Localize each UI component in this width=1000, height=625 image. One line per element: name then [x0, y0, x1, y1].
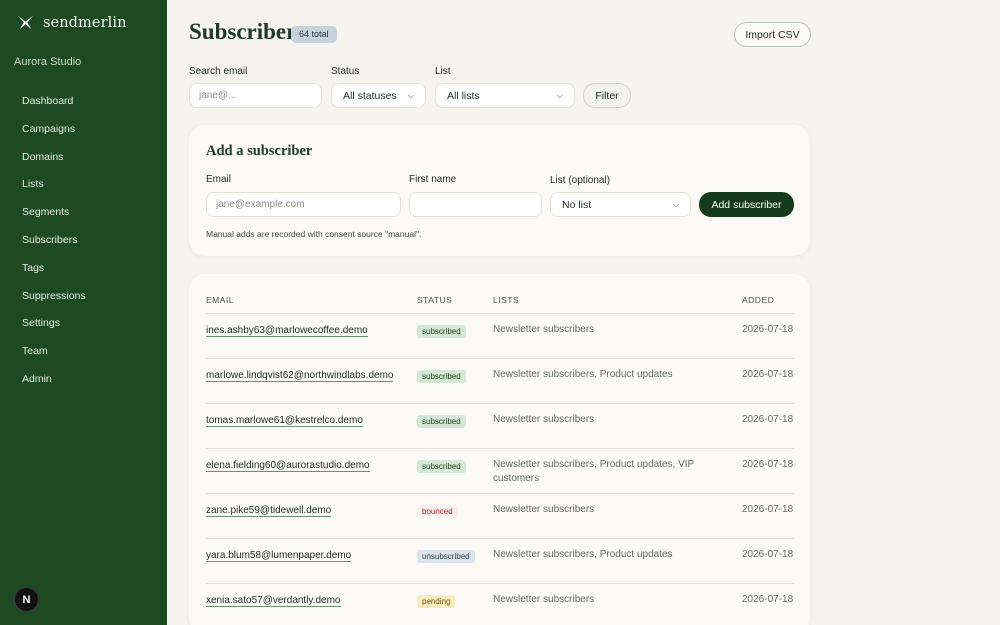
chevron-down-icon: ⌵: [407, 90, 414, 100]
sidebar-item-lists[interactable]: Lists: [0, 171, 167, 199]
brand[interactable]: sendmerlin: [17, 14, 127, 31]
subscriber-added-date: 2026-07-18: [742, 538, 794, 584]
list-select-value: All lists: [447, 89, 480, 102]
sidebar: sendmerlin Aurora Studio Dashboard Campa…: [0, 0, 167, 625]
subscriber-lists: Newsletter subscribers, Product updates: [493, 358, 742, 404]
column-header-lists[interactable]: LISTS: [493, 288, 742, 314]
subscriber-lists: Newsletter subscribers: [493, 583, 742, 625]
main-content: Subscribers 64 total Import CSV Search e…: [167, 0, 1000, 625]
status-badge: subscribed: [417, 369, 466, 383]
org-name: Aurora Studio: [14, 56, 82, 68]
subscriber-email-link[interactable]: ines.ashby63@marlowecoffee.demo: [206, 324, 368, 337]
first-name-field[interactable]: [409, 192, 542, 217]
subscriber-added-date: 2026-07-18: [742, 313, 794, 359]
subscriber-email-link[interactable]: zane.pike59@tidewell.demo: [206, 504, 332, 517]
status-badge: subscribed: [417, 414, 466, 428]
merlin-logo-icon: [17, 15, 34, 30]
subscriber-added-date: 2026-07-18: [742, 448, 794, 494]
subscribers-table-card: EMAIL STATUS LISTS ADDED ines.ashby63@ma…: [189, 274, 810, 625]
subscriber-email-link[interactable]: marlowe.lindqvist62@northwindlabs.demo: [206, 369, 394, 382]
email-label: Email: [206, 174, 232, 185]
subscriber-added-date: 2026-07-18: [742, 403, 794, 449]
status-badge: subscribed: [417, 324, 466, 338]
sidebar-item-settings[interactable]: Settings: [0, 310, 167, 338]
add-list-select[interactable]: No list ⌵: [550, 192, 691, 217]
subscriber-lists: Newsletter subscribers, Product updates: [493, 538, 742, 584]
status-badge: subscribed: [417, 459, 466, 473]
total-count-badge: 64 total: [291, 26, 337, 43]
table-row: elena.fielding60@aurorastudio.demo subsc…: [206, 448, 794, 494]
table-header-row: EMAIL STATUS LISTS ADDED: [206, 288, 794, 314]
avatar[interactable]: N: [14, 587, 39, 612]
list-optional-label: List (optional): [550, 175, 611, 186]
status-badge: unsubscribed: [417, 549, 475, 563]
subscriber-added-date: 2026-07-18: [742, 493, 794, 539]
add-subscriber-title: Add a subscriber: [206, 143, 313, 159]
table-row: yara.blum58@lumenpaper.demo unsubscribed…: [206, 538, 794, 584]
filter-button[interactable]: Filter: [583, 83, 631, 108]
status-badge: bounced: [417, 504, 458, 518]
subscribers-table: EMAIL STATUS LISTS ADDED ines.ashby63@ma…: [206, 288, 794, 625]
sidebar-item-dashboard[interactable]: Dashboard: [0, 88, 167, 116]
page-title: Subscribers: [189, 19, 306, 44]
first-name-label: First name: [409, 174, 457, 185]
sidebar-item-campaigns[interactable]: Campaigns: [0, 116, 167, 144]
subscriber-email-link[interactable]: xenia.sato57@verdantly.demo: [206, 594, 341, 607]
chevron-down-icon: ⌵: [672, 199, 679, 209]
table-row: marlowe.lindqvist62@northwindlabs.demo s…: [206, 358, 794, 404]
column-header-added[interactable]: ADDED: [742, 288, 794, 314]
list-select[interactable]: All lists ⌵: [435, 83, 575, 108]
sidebar-nav: Dashboard Campaigns Domains Lists Segmen…: [0, 88, 167, 394]
table-row: xenia.sato57@verdantly.demo pending News…: [206, 583, 794, 625]
subscriber-lists: Newsletter subscribers: [493, 493, 742, 539]
list-filter-label: List: [435, 66, 451, 77]
import-csv-button[interactable]: Import CSV: [734, 22, 811, 47]
add-subscriber-button[interactable]: Add subscriber: [699, 192, 794, 217]
sidebar-item-domains[interactable]: Domains: [0, 144, 167, 172]
subscriber-email-link[interactable]: tomas.marlowe61@kestrelco.demo: [206, 414, 363, 427]
sidebar-item-team[interactable]: Team: [0, 338, 167, 366]
column-header-email[interactable]: EMAIL: [206, 288, 417, 314]
sidebar-item-admin[interactable]: Admin: [0, 366, 167, 394]
search-email-label: Search email: [189, 66, 248, 77]
add-subscriber-card: Add a subscriber Email First name List (…: [189, 125, 810, 256]
table-row: tomas.marlowe61@kestrelco.demo subscribe…: [206, 403, 794, 449]
status-select-value: All statuses: [343, 89, 397, 102]
subscriber-email-link[interactable]: yara.blum58@lumenpaper.demo: [206, 549, 352, 562]
sidebar-item-subscribers[interactable]: Subscribers: [0, 227, 167, 255]
sidebar-item-tags[interactable]: Tags: [0, 255, 167, 283]
sidebar-item-segments[interactable]: Segments: [0, 199, 167, 227]
table-row: ines.ashby63@marlowecoffee.demo subscrib…: [206, 313, 794, 359]
subscriber-added-date: 2026-07-18: [742, 358, 794, 404]
email-field[interactable]: [206, 192, 401, 217]
subscriber-email-link[interactable]: elena.fielding60@aurorastudio.demo: [206, 459, 370, 472]
consent-note: Manual adds are recorded with consent so…: [206, 229, 422, 239]
subscriber-lists: Newsletter subscribers, Product updates,…: [493, 448, 742, 494]
column-header-status[interactable]: STATUS: [417, 288, 493, 314]
search-email-input[interactable]: [189, 83, 322, 108]
status-filter-label: Status: [331, 66, 360, 77]
table-row: zane.pike59@tidewell.demo bounced Newsle…: [206, 493, 794, 539]
subscriber-lists: Newsletter subscribers: [493, 403, 742, 449]
status-select[interactable]: All statuses ⌵: [331, 83, 426, 108]
brand-name: sendmerlin: [43, 14, 127, 31]
add-list-select-value: No list: [562, 198, 592, 211]
subscriber-lists: Newsletter subscribers: [493, 313, 742, 359]
sidebar-item-suppressions[interactable]: Suppressions: [0, 283, 167, 311]
status-badge: pending: [417, 594, 456, 608]
chevron-down-icon: ⌵: [556, 90, 563, 100]
subscriber-added-date: 2026-07-18: [742, 583, 794, 625]
